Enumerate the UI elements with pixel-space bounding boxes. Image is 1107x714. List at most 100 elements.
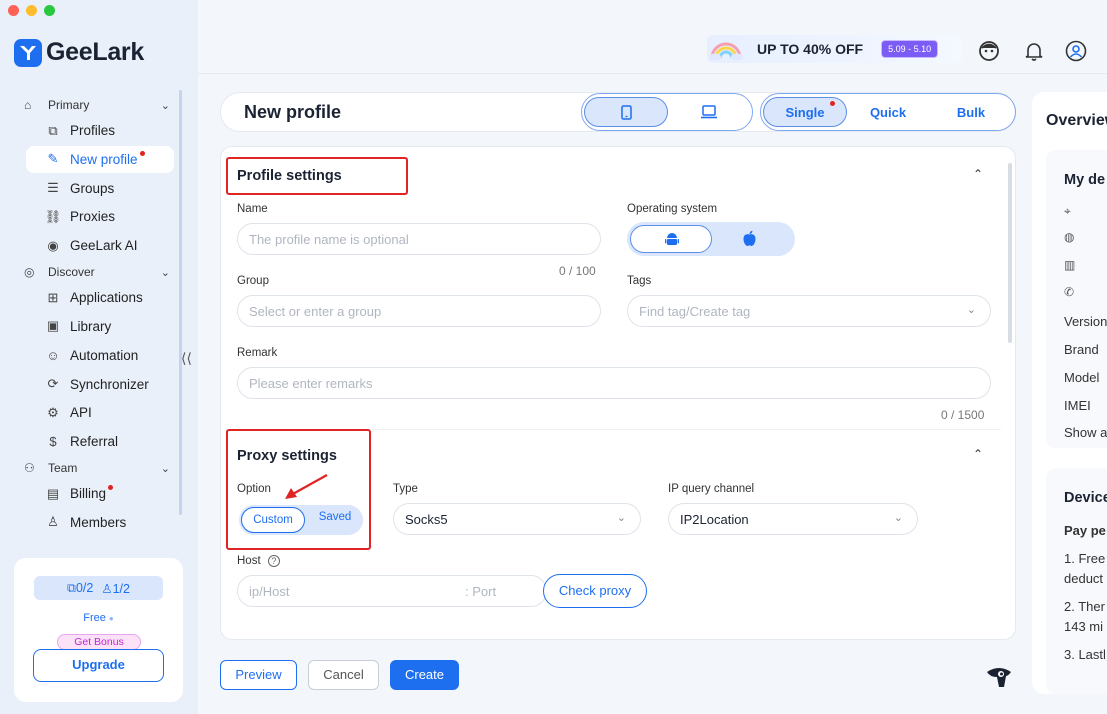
sidebar-item-label: Members [70, 514, 127, 530]
show-all-link[interactable]: Show a [1064, 425, 1107, 440]
option-custom[interactable]: Custom [241, 507, 305, 533]
billing-card-title: Device [1064, 490, 1107, 506]
group-label: Group [237, 275, 269, 287]
option-saved[interactable]: Saved [311, 511, 359, 523]
overview-panel: Overview My de ⌖ ◍ ▥ ✆ Version Brand Mod… [1032, 74, 1107, 714]
promo-banner[interactable]: UP TO 40% OFF 5.09 - 5.10 [707, 35, 963, 63]
assistant-bot-icon[interactable] [984, 666, 1014, 690]
sidebar-nav: ⌂ Primary ⌄ ⧉ Profiles ✎ New profile ☰ G… [18, 92, 174, 538]
remark-input[interactable]: Please enter remarks [237, 367, 991, 399]
form-scrollbar[interactable] [1008, 163, 1012, 343]
sidebar-item-label: New profile [70, 151, 138, 167]
mode-single-option[interactable]: Single [763, 97, 847, 127]
billing-line: Pay pe [1064, 523, 1106, 538]
mode-bulk-label: Bulk [956, 104, 986, 120]
my-device-card: My de ⌖ ◍ ▥ ✆ Version Brand Model IMEI S… [1046, 150, 1107, 448]
plan-tier: Free ● [14, 612, 183, 624]
host-placeholder: ip/Host [249, 584, 290, 599]
bell-icon[interactable] [1023, 40, 1045, 62]
notification-dot [108, 485, 114, 491]
library-icon: ▣ [46, 318, 60, 334]
collapse-sidebar-icon[interactable]: ⟨⟨ [181, 350, 192, 367]
phone-device-option[interactable] [584, 97, 668, 127]
sidebar-item-automation[interactable]: ☺ Automation [26, 342, 174, 369]
support-avatar-icon[interactable] [978, 40, 1000, 62]
host-label-group: Host ? [237, 555, 280, 567]
edit-icon: ✎ [47, 151, 59, 167]
creation-mode-toggle: Single Quick Bulk [760, 93, 1016, 131]
mode-bulk-option[interactable]: Bulk [929, 97, 1013, 127]
team-icon: ⚇ [24, 461, 35, 476]
host-label: Host [237, 555, 261, 567]
account-icon[interactable] [1065, 40, 1087, 62]
billing-line: 1. Free [1064, 551, 1106, 566]
sidebar-item-groups[interactable]: ☰ Groups [26, 175, 174, 202]
desktop-device-option[interactable] [668, 97, 750, 127]
close-window-button[interactable] [8, 5, 19, 16]
sidebar-item-label: Referral [70, 434, 119, 450]
rainbow-icon [709, 42, 743, 61]
laptop-icon [701, 105, 717, 119]
remark-char-counter: 0 / 1500 [941, 408, 985, 422]
chevron-down-icon: ⌄ [160, 99, 170, 112]
nav-group-label: Primary [48, 98, 90, 112]
proxy-settings-title: Proxy settings [237, 448, 337, 464]
chevron-down-icon: ⌄ [616, 512, 626, 524]
sidebar-item-geelark-ai[interactable]: ◉ GeeLark AI [26, 232, 174, 259]
collapse-proxy-settings-icon[interactable]: ⌃ [973, 447, 983, 461]
help-icon[interactable]: ? [267, 555, 280, 567]
minimize-window-button[interactable] [26, 5, 37, 16]
collapse-profile-settings-icon[interactable]: ⌃ [973, 167, 983, 181]
proxy-type-select[interactable]: Socks5 ⌄ [393, 503, 641, 535]
sidebar-item-new-profile[interactable]: ✎ New profile [26, 145, 174, 173]
sidebar-item-library[interactable]: ▣ Library [26, 313, 174, 340]
sidebar-item-api[interactable]: ⚙ API [26, 399, 174, 426]
sidebar-item-billing[interactable]: ▤ Billing [26, 480, 174, 507]
sidebar-item-label: Library [70, 318, 112, 334]
sidebar-item-referral[interactable]: $ Referral [26, 428, 174, 455]
maximize-window-button[interactable] [44, 5, 55, 16]
sidebar-item-label: Groups [70, 180, 115, 196]
dollar-icon: $ [49, 434, 57, 450]
check-proxy-button[interactable]: Check proxy [543, 574, 647, 608]
sidebar-item-applications[interactable]: ⊞ Applications [26, 284, 174, 311]
android-icon [665, 233, 679, 245]
profile-settings-title: Profile settings [237, 168, 342, 184]
placeholder-text: Please enter remarks [249, 376, 373, 391]
billing-icon: ▤ [46, 485, 60, 501]
option-label: Option [237, 483, 271, 495]
os-toggle [627, 222, 795, 256]
sidebar-scrollbar[interactable] [179, 90, 182, 515]
nav-group-discover[interactable]: ◎ Discover ⌄ [18, 261, 174, 283]
ip-query-channel-select[interactable]: IP2Location ⌄ [668, 503, 918, 535]
globe-icon: ◍ [1064, 230, 1075, 244]
mode-quick-label: Quick [869, 104, 907, 120]
host-port-input[interactable]: ip/Host : Port [237, 575, 547, 607]
mode-single-label: Single [785, 104, 825, 120]
page-title: New profile [244, 102, 342, 122]
nav-group-primary[interactable]: ⌂ Primary ⌄ [18, 94, 174, 116]
group-input[interactable]: Select or enter a group [237, 295, 601, 327]
sidebar-item-synchronizer[interactable]: ⟳ Synchronizer [26, 371, 174, 398]
preview-button[interactable]: Preview [220, 660, 297, 690]
sidebar-item-members[interactable]: ♙ Members [26, 509, 174, 536]
nav-group-team[interactable]: ⚇ Team ⌄ [18, 457, 174, 479]
profile-name-input[interactable]: The profile name is optional [237, 223, 601, 255]
sync-icon: ⟳ [47, 376, 59, 392]
mode-quick-option[interactable]: Quick [847, 97, 929, 127]
android-option[interactable] [630, 225, 712, 253]
ios-option[interactable] [742, 230, 757, 250]
sidebar-item-profiles[interactable]: ⧉ Profiles [26, 117, 174, 144]
sidebar-item-proxies[interactable]: ⛓ Proxies [26, 203, 174, 230]
get-bonus-badge[interactable]: Get Bonus [57, 634, 141, 650]
billing-line: 3. Lastl [1064, 647, 1106, 662]
chevron-down-icon: ⌄ [893, 512, 903, 524]
upgrade-button[interactable]: Upgrade [33, 649, 164, 682]
create-button[interactable]: Create [390, 660, 459, 690]
tags-select[interactable]: Find tag/Create tag ⌄ [627, 295, 991, 327]
device-field-imei: IMEI [1064, 398, 1091, 413]
list-icon: ☰ [47, 180, 59, 196]
plan-tier-label: Free [83, 612, 106, 624]
selected-value: Socks5 [405, 512, 448, 527]
cancel-button[interactable]: Cancel [308, 660, 379, 690]
